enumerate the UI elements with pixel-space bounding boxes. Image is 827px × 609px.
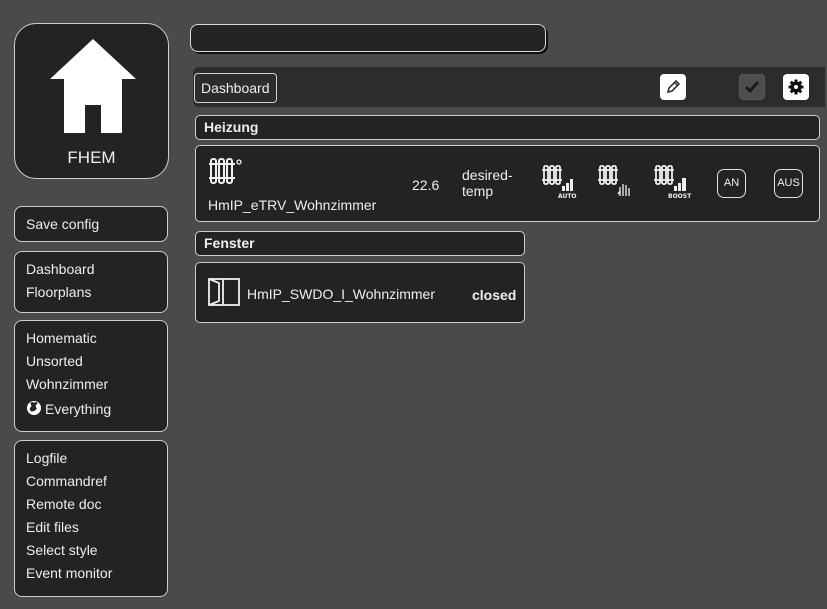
sidebar-item-unsorted[interactable]: Unsorted (26, 350, 111, 373)
sidebar-item-everything[interactable]: Everything (26, 396, 111, 422)
device-name-etrv[interactable]: HmIP_eTRV_Wohnzimmer (208, 197, 376, 213)
desired-temp-label-line2: temp (462, 183, 494, 199)
logo-text: FHEM (67, 148, 116, 167)
dashboard-toolbar (193, 67, 825, 107)
svg-text:AUTO: AUTO (558, 193, 577, 200)
sidebar-group-nav: Dashboard Floorplans (14, 251, 168, 313)
settings-button[interactable] (783, 74, 809, 100)
on-button[interactable]: AN (717, 169, 746, 198)
sidebar-item-floorplans[interactable]: Floorplans (26, 281, 95, 304)
fhem-logo[interactable]: FHEM (14, 23, 169, 179)
sidebar-item-remote-doc[interactable]: Remote doc (26, 493, 112, 516)
sidebar-item-select-style[interactable]: Select style (26, 539, 112, 562)
sidebar-item-everything-label: Everything (45, 401, 112, 417)
save-config-link[interactable]: Save config (26, 213, 99, 236)
sidebar-item-edit-files[interactable]: Edit files (26, 516, 112, 539)
radiator-icon (209, 158, 242, 184)
checkmark-icon (744, 81, 760, 94)
off-button[interactable]: AUS (774, 169, 803, 198)
save-config-panel: Save config (14, 206, 168, 242)
desired-temp-label-line1: desired- (462, 167, 513, 183)
command-input[interactable] (190, 24, 546, 52)
gear-icon (788, 79, 804, 95)
sidebar-group-tools: Logfile Commandref Remote doc Edit files… (14, 440, 168, 597)
temperature-reading: 22.6 (412, 177, 440, 193)
globe-icon (27, 401, 41, 415)
save-button[interactable] (739, 74, 765, 100)
sidebar-item-commandref[interactable]: Commandref (26, 470, 112, 493)
sidebar-item-wohnzimmer[interactable]: Wohnzimmer (26, 373, 111, 396)
pencil-icon (666, 79, 681, 94)
device-row-heizung: HmIP_eTRV_Wohnzimmer 22.6 desired- temp … (195, 145, 820, 222)
radiator-boost-icon[interactable]: BOOST (654, 164, 694, 200)
sidebar-item-dashboard[interactable]: Dashboard (26, 258, 95, 281)
radiator-auto-icon[interactable]: AUTO (542, 164, 578, 200)
edit-button[interactable] (660, 74, 686, 100)
sidebar-item-logfile[interactable]: Logfile (26, 447, 112, 470)
sidebar-item-homematic[interactable]: Homematic (26, 327, 111, 350)
sidebar-group-rooms: Homematic Unsorted Wohnzimmer Everything (14, 320, 168, 432)
window-state: closed (472, 287, 517, 303)
sidebar-item-event-monitor[interactable]: Event monitor (26, 562, 112, 585)
svg-text:BOOST: BOOST (668, 193, 692, 200)
window-icon (208, 278, 240, 306)
device-name-swdo[interactable]: HmIP_SWDO_I_Wohnzimmer (247, 286, 435, 302)
desired-temp-label: desired- temp (462, 167, 513, 199)
radiator-manual-icon[interactable] (598, 164, 634, 200)
house-icon (50, 39, 136, 133)
dashboard-tab[interactable]: Dashboard (194, 73, 277, 103)
group-header-heizung: Heizung (195, 115, 820, 140)
device-row-fenster: HmIP_SWDO_I_Wohnzimmer closed (195, 262, 525, 323)
group-header-fenster: Fenster (195, 231, 525, 256)
